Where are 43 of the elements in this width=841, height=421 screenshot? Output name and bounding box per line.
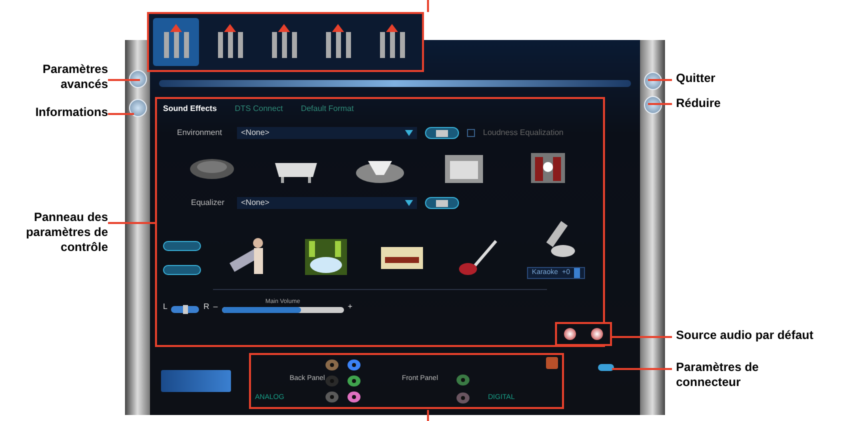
loudness-checkbox[interactable]	[467, 129, 475, 137]
toggle-button[interactable]	[425, 127, 459, 139]
callout-label: Paramètres de connecteur	[676, 360, 760, 390]
callout-label: Réduire	[676, 96, 722, 111]
audio-jack-icon[interactable]	[456, 374, 470, 386]
callout-label: Paramètres avancés	[42, 62, 108, 92]
eq-settings-button[interactable]	[163, 265, 201, 275]
default-source-button[interactable]	[564, 328, 576, 340]
callout-label: Panneau des paramètres de contrôle	[24, 210, 108, 255]
minus-label: –	[213, 301, 218, 313]
panel-tab[interactable]: Default Format	[300, 103, 354, 115]
callout-label: Informations	[34, 105, 108, 120]
balance-slider-thumb[interactable]	[183, 305, 188, 314]
connector-settings-button[interactable]	[598, 364, 614, 371]
default-source-button[interactable]	[590, 328, 603, 340]
panel-tab[interactable]: Sound Effects	[163, 103, 217, 115]
audio-jack-icon[interactable]	[347, 375, 361, 387]
callout-label: Quitter	[676, 71, 716, 86]
environment-dropdown[interactable]: <None>	[237, 127, 417, 139]
dropdown-arrow-icon	[405, 200, 413, 206]
equalizer-label: Equalizer	[191, 197, 226, 209]
audio-jack-icon[interactable]	[456, 392, 470, 404]
eq-mode-button[interactable]	[163, 241, 201, 251]
volume-slider[interactable]	[222, 307, 344, 313]
plus-label: +	[348, 301, 352, 313]
digital-output-icon[interactable]	[546, 356, 558, 369]
left-channel-label: L	[163, 301, 168, 313]
panel-tab[interactable]: DTS Connect	[234, 103, 283, 115]
close-button[interactable]	[644, 72, 662, 90]
callout-label: Source audio par défaut	[676, 328, 814, 343]
dropdown-arrow-icon	[405, 130, 413, 136]
toggle-button[interactable]	[425, 197, 459, 209]
audio-jack-icon[interactable]	[347, 359, 361, 371]
loudness-label: Loudness Equalization	[483, 127, 564, 139]
minimize-button[interactable]	[644, 96, 662, 114]
environment-label: Environment	[177, 127, 223, 139]
audio-jack-icon[interactable]	[325, 391, 339, 403]
advanced-settings-button[interactable]	[128, 70, 146, 88]
audio-jack-icon[interactable]	[347, 391, 361, 403]
audio-jack-icon[interactable]	[325, 359, 339, 371]
right-channel-label: R	[203, 301, 210, 313]
equalizer-dropdown[interactable]: <None>	[237, 197, 417, 209]
info-button[interactable]	[128, 99, 146, 117]
